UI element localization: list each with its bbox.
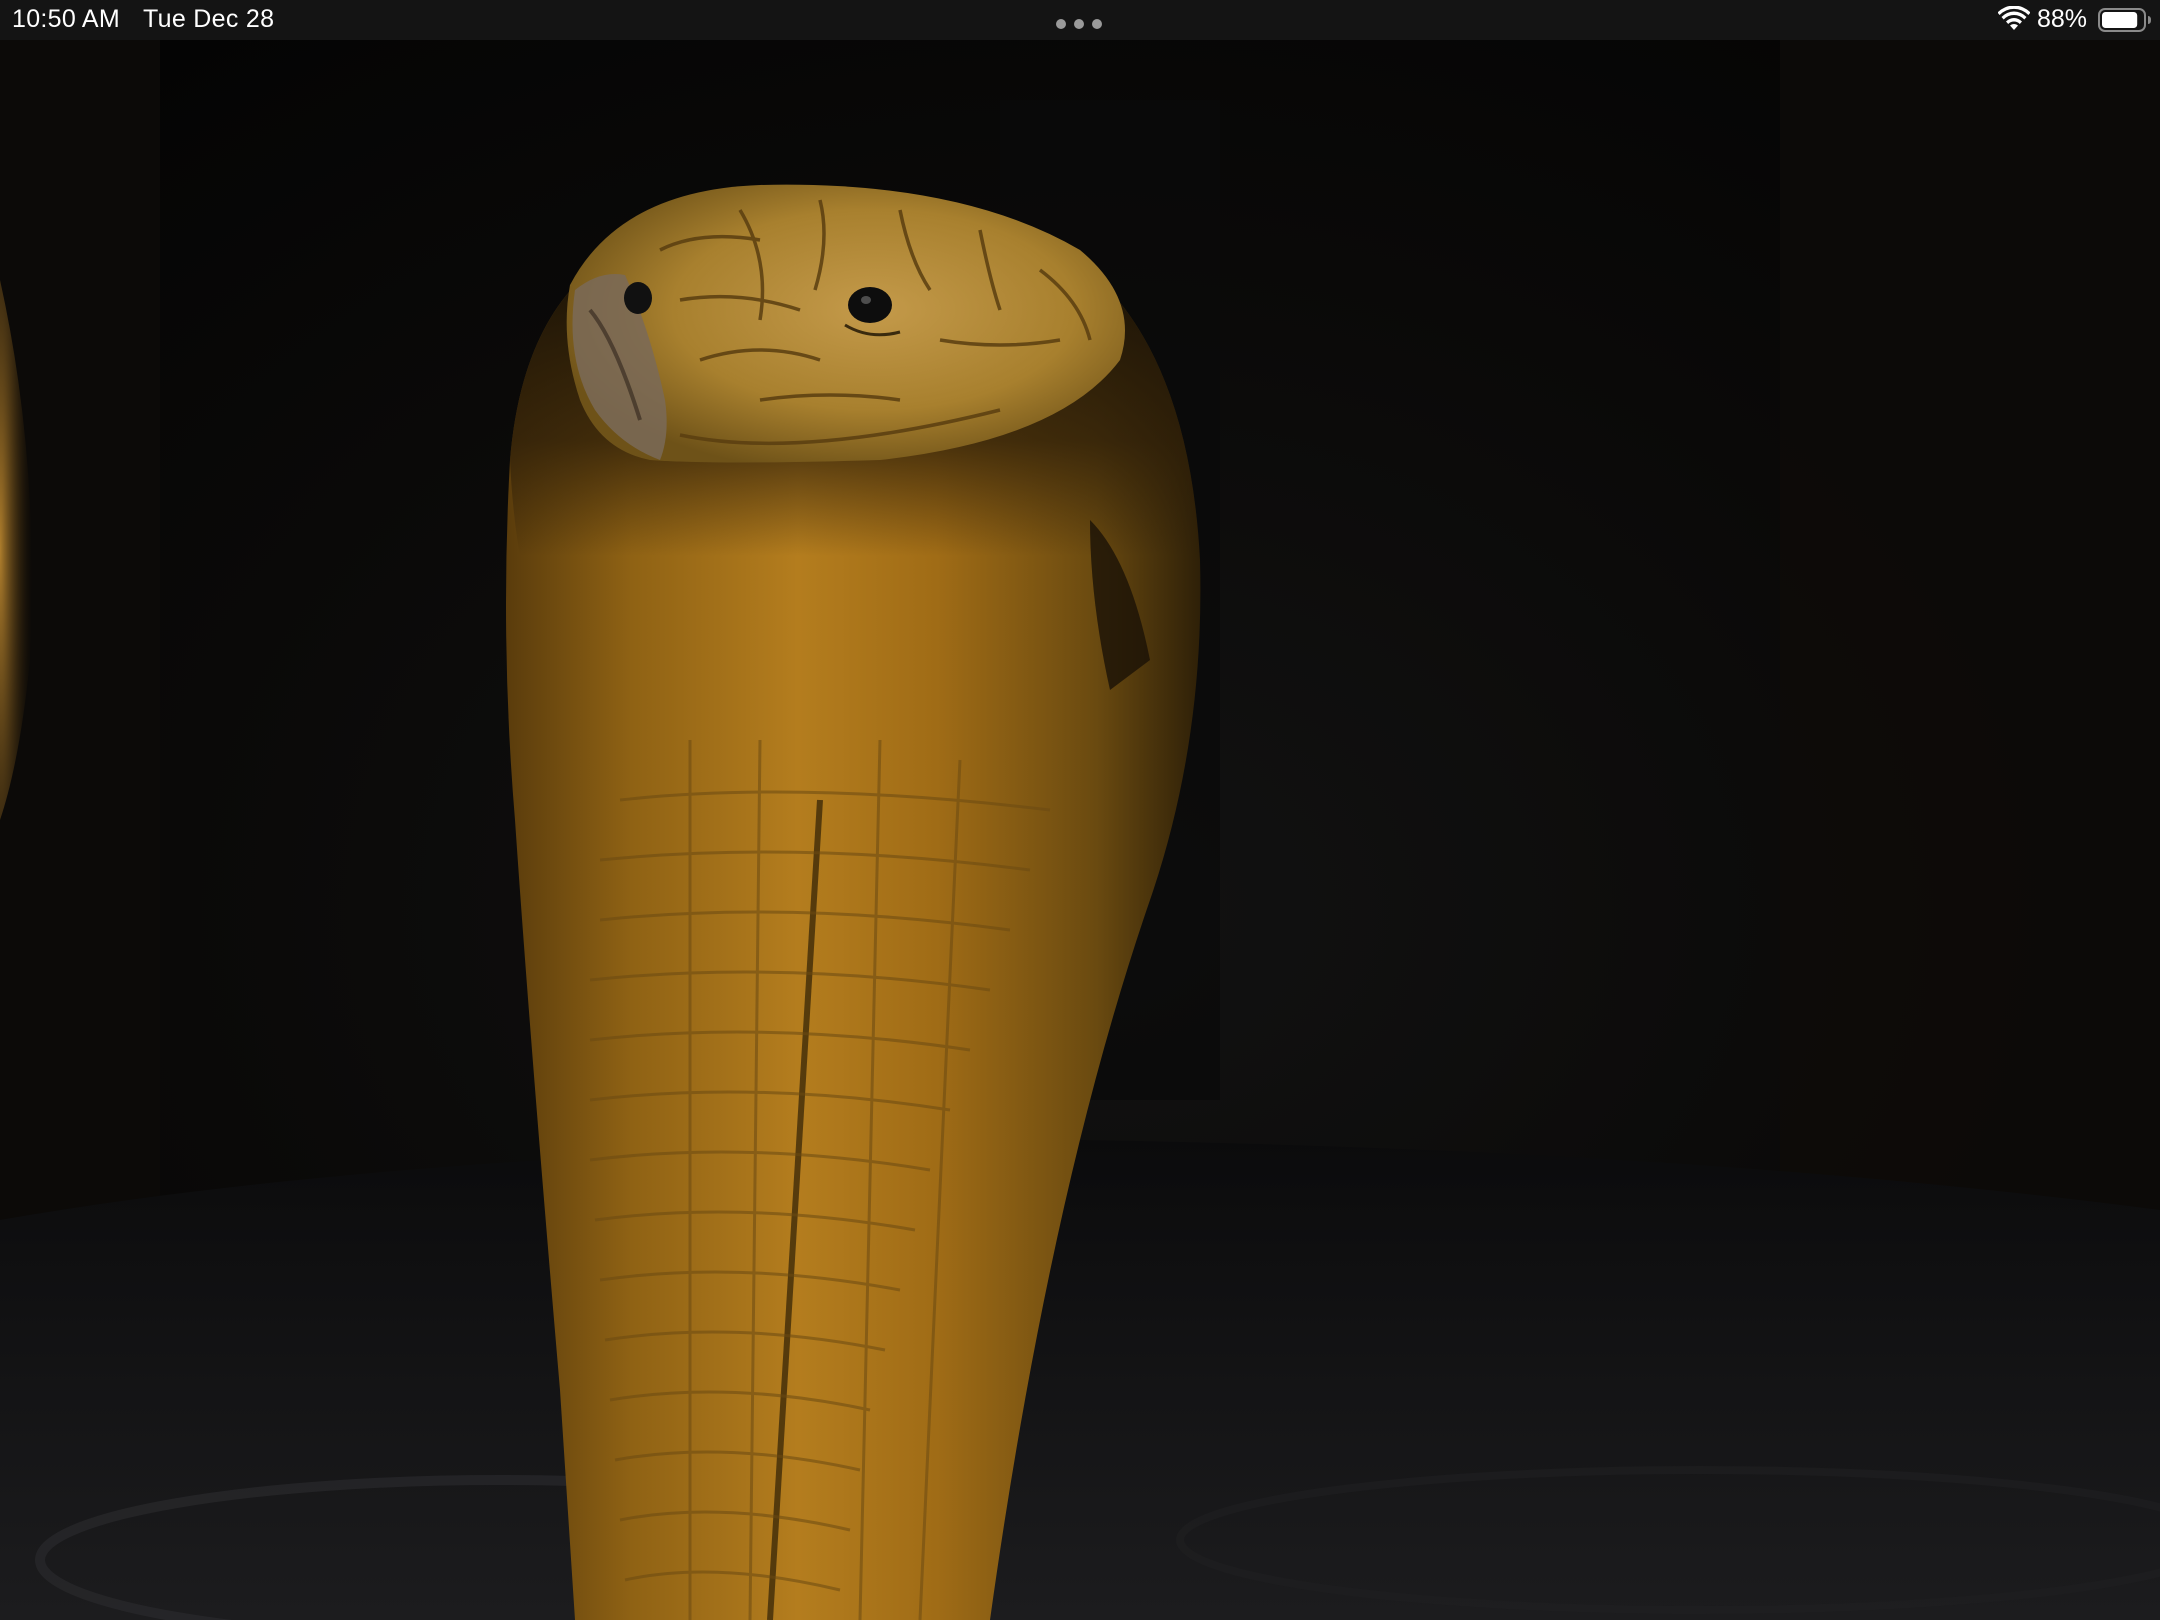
multitasking-dots-icon[interactable] [1056,19,1102,29]
status-bar: 10:50 AM Tue Dec 28 88% [0,0,2160,40]
battery-icon [2098,8,2151,32]
device-screen: 10:50 AM Tue Dec 28 88% [0,0,2160,1620]
cobra-video-still [0,40,2160,1620]
status-time: 10:50 AM [12,5,121,33]
video-frame[interactable] [0,40,2160,1620]
battery-percent: 88% [2037,5,2088,33]
wifi-icon [1998,6,2030,30]
status-date: Tue Dec 28 [143,5,275,33]
